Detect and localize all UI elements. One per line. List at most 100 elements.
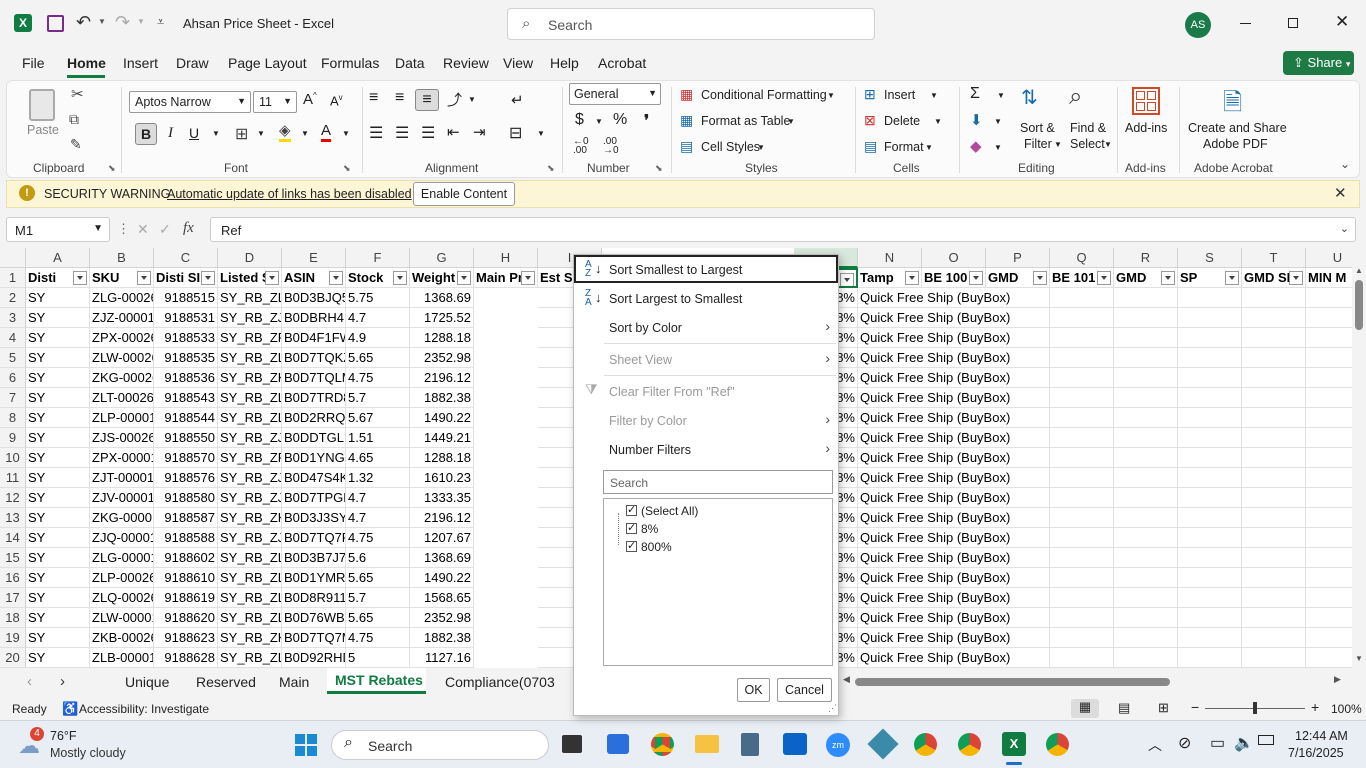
table-cell[interactable] xyxy=(1242,528,1306,548)
conditional-format-icon[interactable]: ▦ xyxy=(680,86,693,103)
align-right-icon[interactable]: ☰ xyxy=(421,123,435,143)
header-cell[interactable]: MIN M xyxy=(1306,268,1352,288)
undo-dropdown-icon[interactable]: ▼ xyxy=(98,17,106,26)
table-cell[interactable] xyxy=(1050,368,1114,388)
volume-icon[interactable]: 🔈 xyxy=(1234,733,1254,753)
table-cell[interactable]: SY xyxy=(26,568,90,588)
row-header[interactable]: 18 xyxy=(0,608,26,628)
chevron-up-icon[interactable]: ︿ xyxy=(1148,735,1162,755)
align-bottom-button[interactable]: ≡ xyxy=(415,89,439,111)
number-launcher-icon[interactable]: ⬊ xyxy=(655,163,663,174)
table-cell[interactable] xyxy=(1306,608,1352,628)
increase-indent-icon[interactable]: ⇥ xyxy=(473,123,486,141)
filter-dropdown-icon[interactable] xyxy=(1033,271,1047,285)
table-cell[interactable]: 1.32 xyxy=(346,468,410,488)
table-cell[interactable]: SY_RB_ZPX xyxy=(218,448,282,468)
clipboard-launcher-icon[interactable]: ⬊ xyxy=(108,163,116,174)
formula-input[interactable]: Ref ⌄ xyxy=(210,217,1356,242)
store-icon[interactable] xyxy=(607,734,629,754)
table-cell[interactable]: 9188536 xyxy=(154,368,218,388)
table-cell[interactable] xyxy=(1178,588,1242,608)
table-cell[interactable]: SY_RB_ZLP xyxy=(218,408,282,428)
sheet-view-item[interactable]: Sheet View xyxy=(609,353,672,367)
table-cell[interactable]: B0D92RHDKK xyxy=(282,648,346,668)
sort-descending-item[interactable]: Sort Largest to Smallest xyxy=(609,292,742,306)
table-cell[interactable]: 9188515 xyxy=(154,288,218,308)
filter-dropdown-icon[interactable] xyxy=(521,271,535,285)
table-cell[interactable] xyxy=(1306,368,1352,388)
filter-by-color-item[interactable]: Filter by Color xyxy=(609,414,687,428)
insert-cells-icon[interactable]: ⊞ xyxy=(864,86,876,103)
zoom-slider-thumb[interactable] xyxy=(1253,702,1257,714)
table-cell[interactable] xyxy=(1050,348,1114,368)
column-header[interactable]: S xyxy=(1178,248,1242,268)
table-cell[interactable] xyxy=(1050,588,1114,608)
column-header[interactable]: H xyxy=(474,248,538,268)
table-cell[interactable] xyxy=(1178,548,1242,568)
table-cell[interactable]: SY_RB_ZLB xyxy=(218,648,282,668)
column-header[interactable]: D xyxy=(218,248,282,268)
column-header[interactable]: N xyxy=(858,248,922,268)
table-cell[interactable] xyxy=(1306,308,1352,328)
row-header[interactable]: 6 xyxy=(0,368,26,388)
redo-icon[interactable]: ↷ xyxy=(115,12,130,33)
fill-dropdown-icon[interactable]: ▼ xyxy=(994,117,1002,126)
table-cell[interactable]: B0DDTGLB6J xyxy=(282,428,346,448)
table-cell[interactable]: 9188628 xyxy=(154,648,218,668)
fill-color-icon[interactable]: ◈ xyxy=(279,123,291,142)
table-cell[interactable] xyxy=(1242,608,1306,628)
table-cell[interactable]: SY xyxy=(26,548,90,568)
battery-icon[interactable] xyxy=(1258,735,1274,745)
save-icon[interactable] xyxy=(47,15,64,32)
table-cell[interactable]: Quick Free Ship (BuyBox) xyxy=(858,308,1050,328)
filter-dropdown-icon[interactable] xyxy=(201,271,215,285)
table-cell[interactable] xyxy=(1242,628,1306,648)
table-cell[interactable] xyxy=(1306,508,1352,528)
filter-dropdown-icon[interactable] xyxy=(329,271,343,285)
table-cell[interactable] xyxy=(1306,628,1352,648)
table-cell[interactable]: 1.51 xyxy=(346,428,410,448)
table-cell[interactable]: SY xyxy=(26,468,90,488)
decrease-indent-icon[interactable]: ⇤ xyxy=(447,123,460,141)
table-cell[interactable] xyxy=(1178,528,1242,548)
menu-view[interactable]: View xyxy=(503,55,533,71)
table-cell[interactable]: ZKB-00026 xyxy=(90,628,154,648)
table-cell[interactable]: 1449.21 xyxy=(410,428,474,448)
header-cell[interactable]: BE 100 xyxy=(922,268,986,288)
table-cell[interactable] xyxy=(1114,408,1178,428)
find-select-label[interactable]: Find & xyxy=(1070,121,1106,135)
row-header[interactable]: 1 xyxy=(0,268,26,288)
table-cell[interactable]: Quick Free Ship (BuyBox) xyxy=(858,648,1050,668)
table-cell[interactable]: SY xyxy=(26,328,90,348)
row-header[interactable]: 10 xyxy=(0,448,26,468)
header-cell[interactable]: GMD SI xyxy=(1242,268,1306,288)
table-cell[interactable]: ZLP-00026 xyxy=(90,568,154,588)
cell-styles-button[interactable]: Cell Styles xyxy=(701,140,760,154)
table-cell[interactable] xyxy=(1050,488,1114,508)
find-select-label-2[interactable]: Select xyxy=(1070,137,1105,151)
table-cell[interactable] xyxy=(1114,568,1178,588)
table-cell[interactable]: ZJS-00026 xyxy=(90,428,154,448)
table-cell[interactable] xyxy=(1050,328,1114,348)
table-cell[interactable]: 1207.67 xyxy=(410,528,474,548)
table-cell[interactable]: SY_RB_ZKB xyxy=(218,628,282,648)
row-header[interactable]: 3 xyxy=(0,308,26,328)
menu-insert[interactable]: Insert xyxy=(123,55,158,71)
table-cell[interactable]: 4.7 xyxy=(346,508,410,528)
table-cell[interactable] xyxy=(1050,388,1114,408)
restore-icon[interactable] xyxy=(1288,18,1298,28)
font-color-icon[interactable]: A xyxy=(321,123,332,142)
more-icon[interactable]: ⋮ xyxy=(117,221,130,237)
accessibility-icon[interactable]: ♿ xyxy=(62,701,78,717)
table-cell[interactable] xyxy=(1242,508,1306,528)
table-cell[interactable] xyxy=(1242,468,1306,488)
row-header[interactable]: 17 xyxy=(0,588,26,608)
table-cell[interactable] xyxy=(1114,488,1178,508)
security-message-link[interactable]: Automatic update of links has been disab… xyxy=(167,187,412,201)
table-cell[interactable] xyxy=(1114,288,1178,308)
scroll-up-icon[interactable]: ▲ xyxy=(1355,266,1363,275)
table-cell[interactable] xyxy=(1050,408,1114,428)
table-cell[interactable] xyxy=(1178,408,1242,428)
sort-filter-icon[interactable]: ⇅ xyxy=(1021,85,1038,110)
table-cell[interactable]: B0D3J3SYSP xyxy=(282,508,346,528)
